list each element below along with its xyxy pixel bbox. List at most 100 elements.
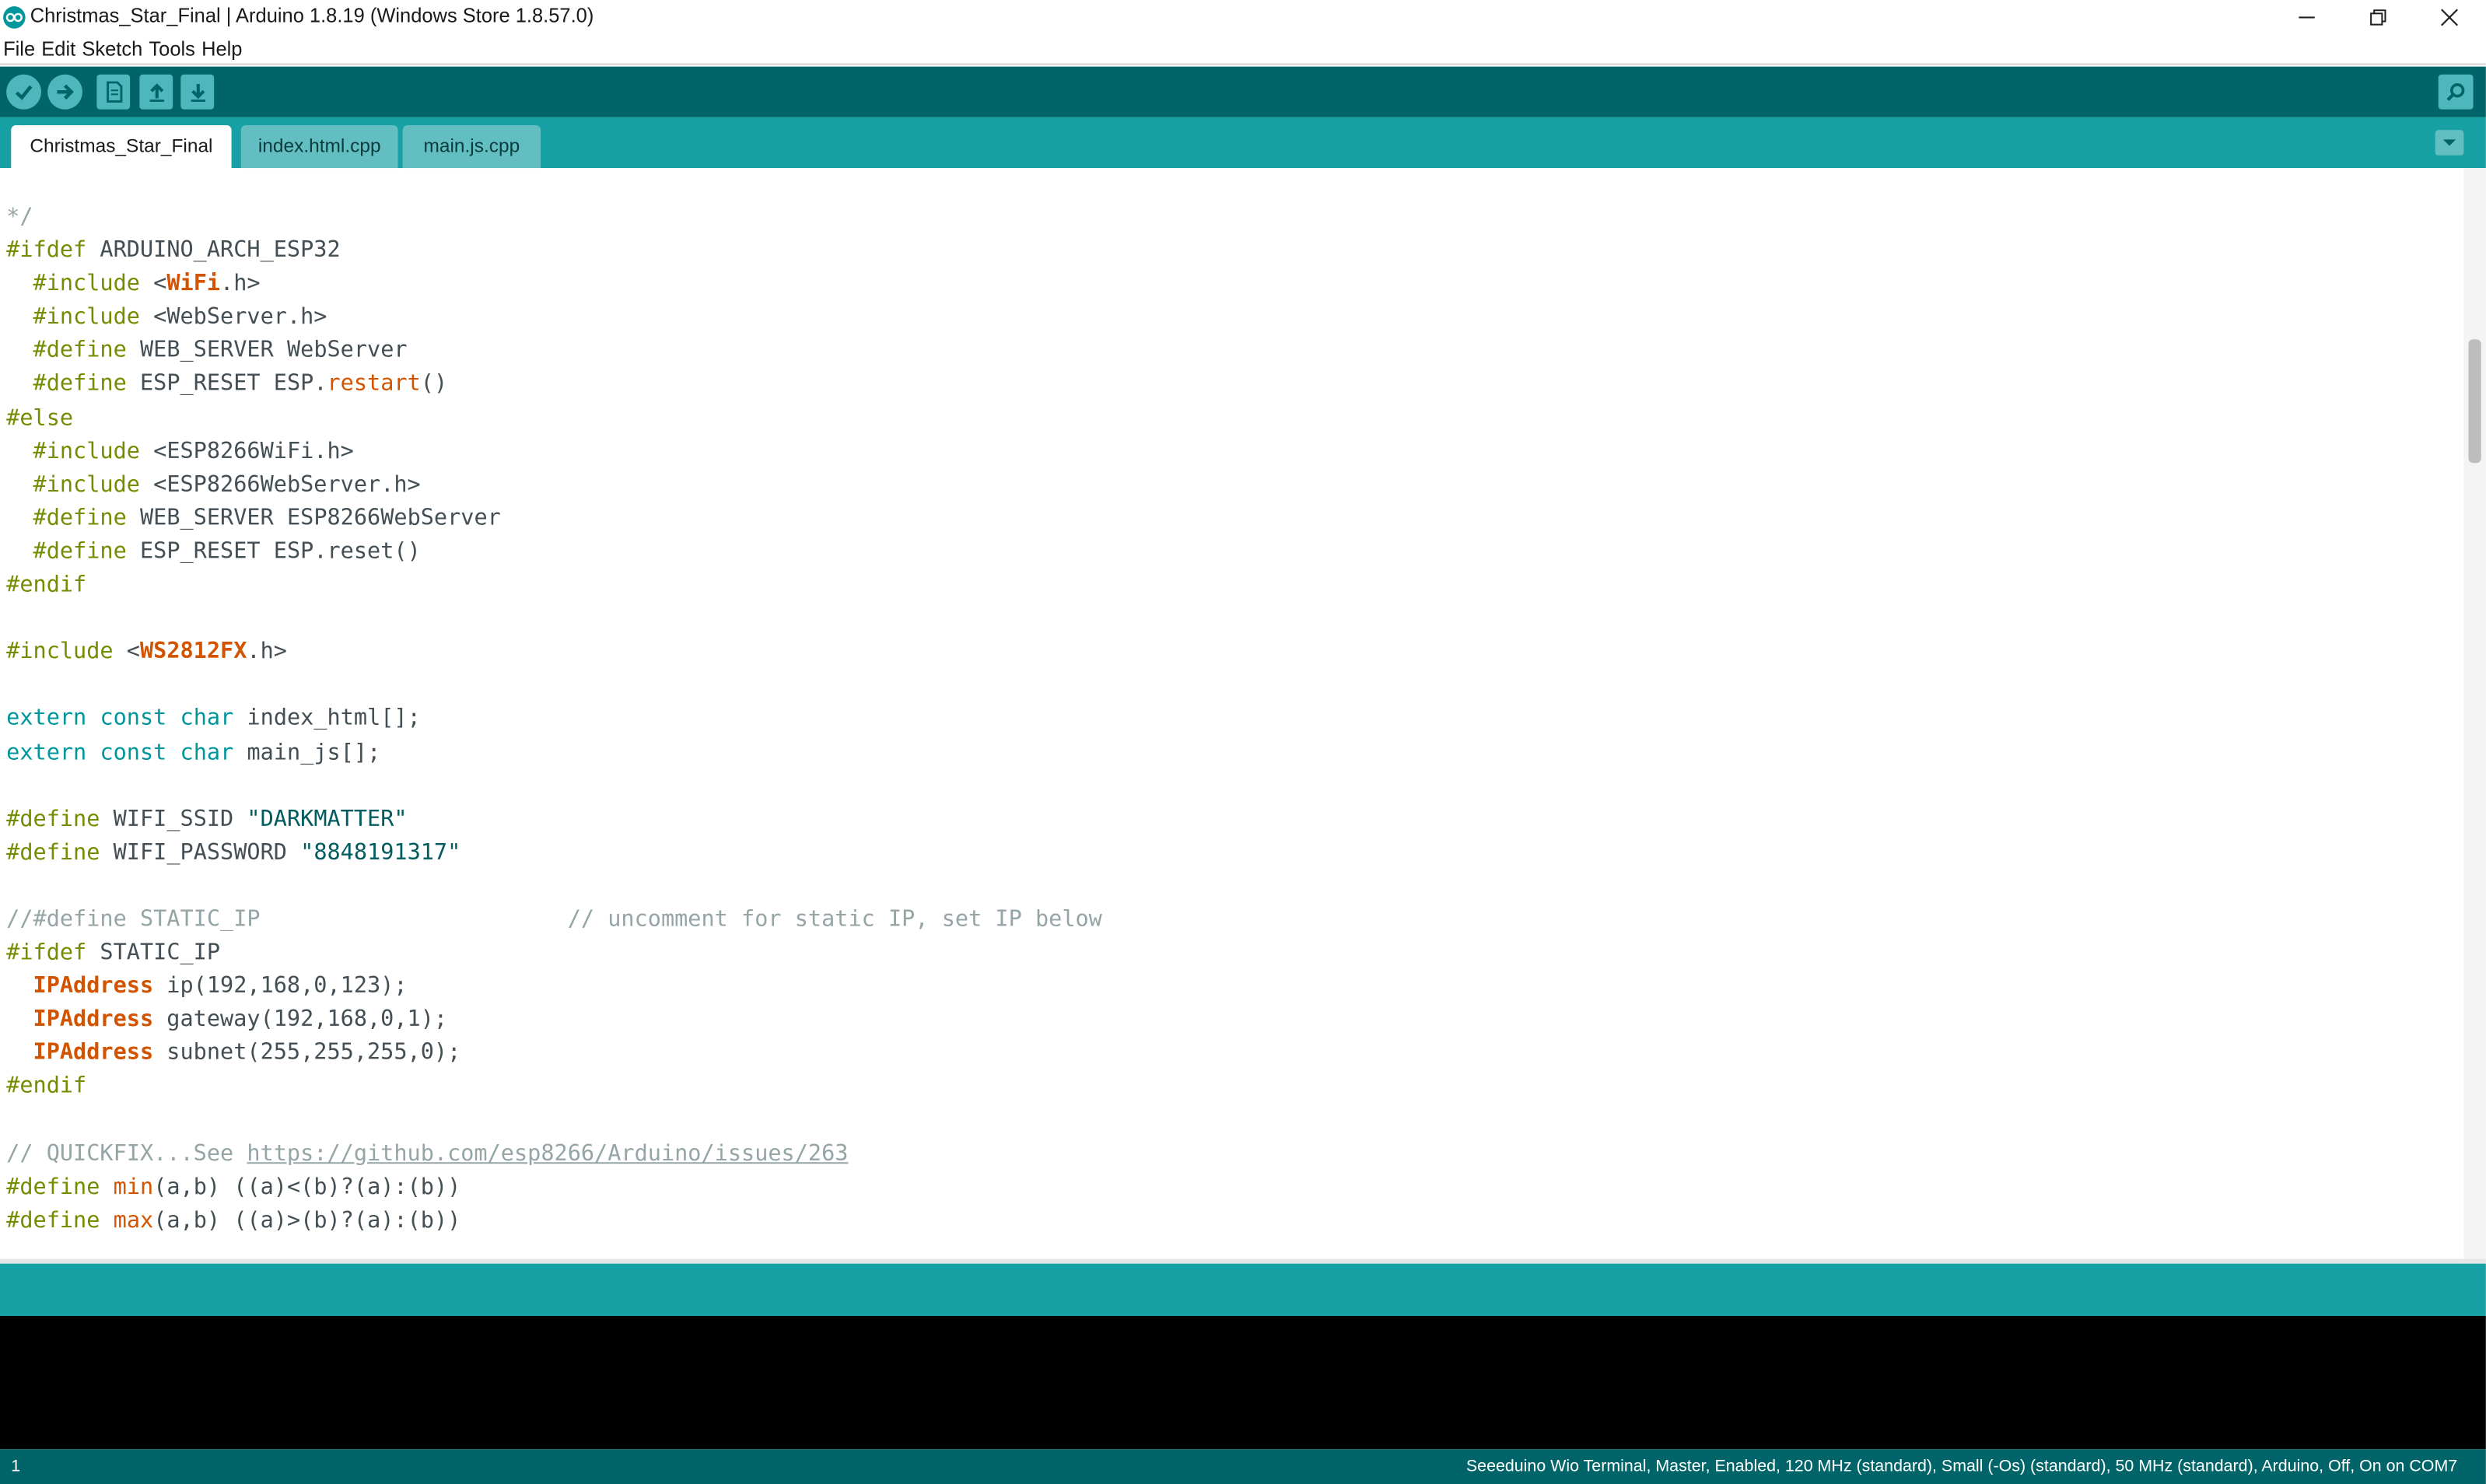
code-token: #ifdef [6,237,87,264]
board-info: Seeeduino Wio Terminal, Master, Enabled,… [1465,1457,2458,1476]
code-token: (a,b) ((a)>(b)?(a):(b)) [153,1207,461,1234]
code-token: .h> [220,271,261,297]
code-token: index_html[]; [233,705,421,732]
tab-christmas-star-final[interactable]: Christmas_Star_Final [11,125,232,169]
code-line: // QUICKFIX...See https://github.com/esp… [6,1138,1102,1171]
tab-menu-button[interactable] [2435,130,2464,156]
code-token: // QUICKFIX...See [6,1140,247,1167]
tab-index-html-cpp[interactable]: index.html.cpp [240,125,398,169]
code-line: #define ESP_RESET ESP.reset() [6,536,1102,569]
code-line: IPAddress subnet(255,255,255,0); [6,1038,1102,1071]
code-token: #include [33,471,140,498]
code-token: (a,b) ((a)<(b)?(a):(b)) [153,1174,461,1200]
code-token: WIFI_PASSWORD [100,839,301,866]
toolbar [0,66,2486,117]
code-line: #define WIFI_PASSWORD "8848191317" [6,837,1102,870]
title-bar: Christmas_Star_Final | Arduino 1.8.19 (W… [0,0,2486,35]
menu-help[interactable]: Help [201,34,242,65]
serial-monitor-button[interactable] [2438,74,2474,110]
arrow-up-icon [149,83,163,102]
check-icon [15,85,33,100]
code-token: main_js[]; [233,739,381,765]
code-token: subnet(255,255,255,0); [153,1040,461,1066]
minimize-icon [2299,16,2315,19]
upload-button[interactable] [47,74,82,110]
code-token: STATIC_IP [86,940,221,966]
code-line: IPAddress gateway(192,168,0,1); [6,1004,1102,1038]
code-token: const [100,705,167,732]
code-line: #define min(a,b) ((a)<(b)?(a):(b)) [6,1171,1102,1205]
code-token: "DARKMATTER" [247,806,408,832]
code-token: <ESP8266WiFi.h> [139,438,354,464]
menu-bar: File Edit Sketch Tools Help [0,34,2486,65]
code-token: ip(192,168,0,123); [153,973,408,999]
minimize-button[interactable] [2271,0,2344,35]
code-token: () [420,371,448,397]
code-token: < [113,639,140,665]
tab-main-js-cpp[interactable]: main.js.cpp [402,125,541,169]
console-output[interactable] [0,1315,2486,1450]
new-sketch-button[interactable] [96,74,131,110]
code-token: WIFI_SSID [100,806,247,832]
code-line: extern const char index_html[]; [6,703,1102,737]
code-link[interactable]: https://github.com/esp8266/Arduino/issue… [247,1141,848,1167]
maximize-icon [2370,9,2386,26]
code-lines: */#ifdef ARDUINO_ARCH_ESP32 #include <Wi… [6,201,1102,1238]
code-token: ARDUINO_ARCH_ESP32 [86,237,341,264]
code-line: */ [6,201,1102,235]
close-button[interactable] [2413,0,2486,35]
open-sketch-button[interactable] [139,74,173,110]
code-line: #include <WebServer.h> [6,302,1102,335]
code-token: #define [33,505,127,531]
code-line: #define WIFI_SSID "DARKMATTER" [6,803,1102,837]
code-token: //#define STATIC_IP // uncomment for sta… [6,906,1102,933]
code-token: #define [6,806,100,832]
code-token: #define [6,839,100,866]
code-token: #endif [6,572,87,598]
code-token: const [100,739,167,765]
verify-button[interactable] [6,74,41,110]
menu-edit[interactable]: Edit [41,34,75,65]
code-token: <WebServer.h> [139,304,327,331]
code-line: #include <ESP8266WebServer.h> [6,469,1102,502]
arrow-down-icon [190,84,205,102]
code-editor[interactable]: */#ifdef ARDUINO_ARCH_ESP32 #include <Wi… [0,168,2464,1262]
code-token: gateway(192,168,0,1); [153,1006,448,1033]
code-token: .h> [247,639,287,665]
code-token: #ifdef [6,940,87,966]
menu-tools[interactable]: Tools [149,34,194,65]
code-token: min [113,1174,154,1200]
save-sketch-button[interactable] [180,74,215,110]
code-token: #define [6,1207,100,1234]
menu-file[interactable]: File [3,34,35,65]
code-token: max [113,1207,154,1234]
message-bar [0,1263,2486,1316]
close-icon [2441,9,2459,26]
code-token: IPAddress [33,973,154,999]
code-token: IPAddress [33,1040,154,1066]
code-line: #else [6,402,1102,436]
menu-sketch[interactable]: Sketch [82,34,142,65]
code-token: #define [6,1174,100,1200]
code-line: #endif [6,1071,1102,1104]
code-token: <ESP8266WebServer.h> [139,471,421,498]
vertical-scrollbar[interactable] [2463,168,2486,1262]
scrollbar-thumb[interactable] [2468,339,2481,464]
maximize-button[interactable] [2341,0,2414,35]
